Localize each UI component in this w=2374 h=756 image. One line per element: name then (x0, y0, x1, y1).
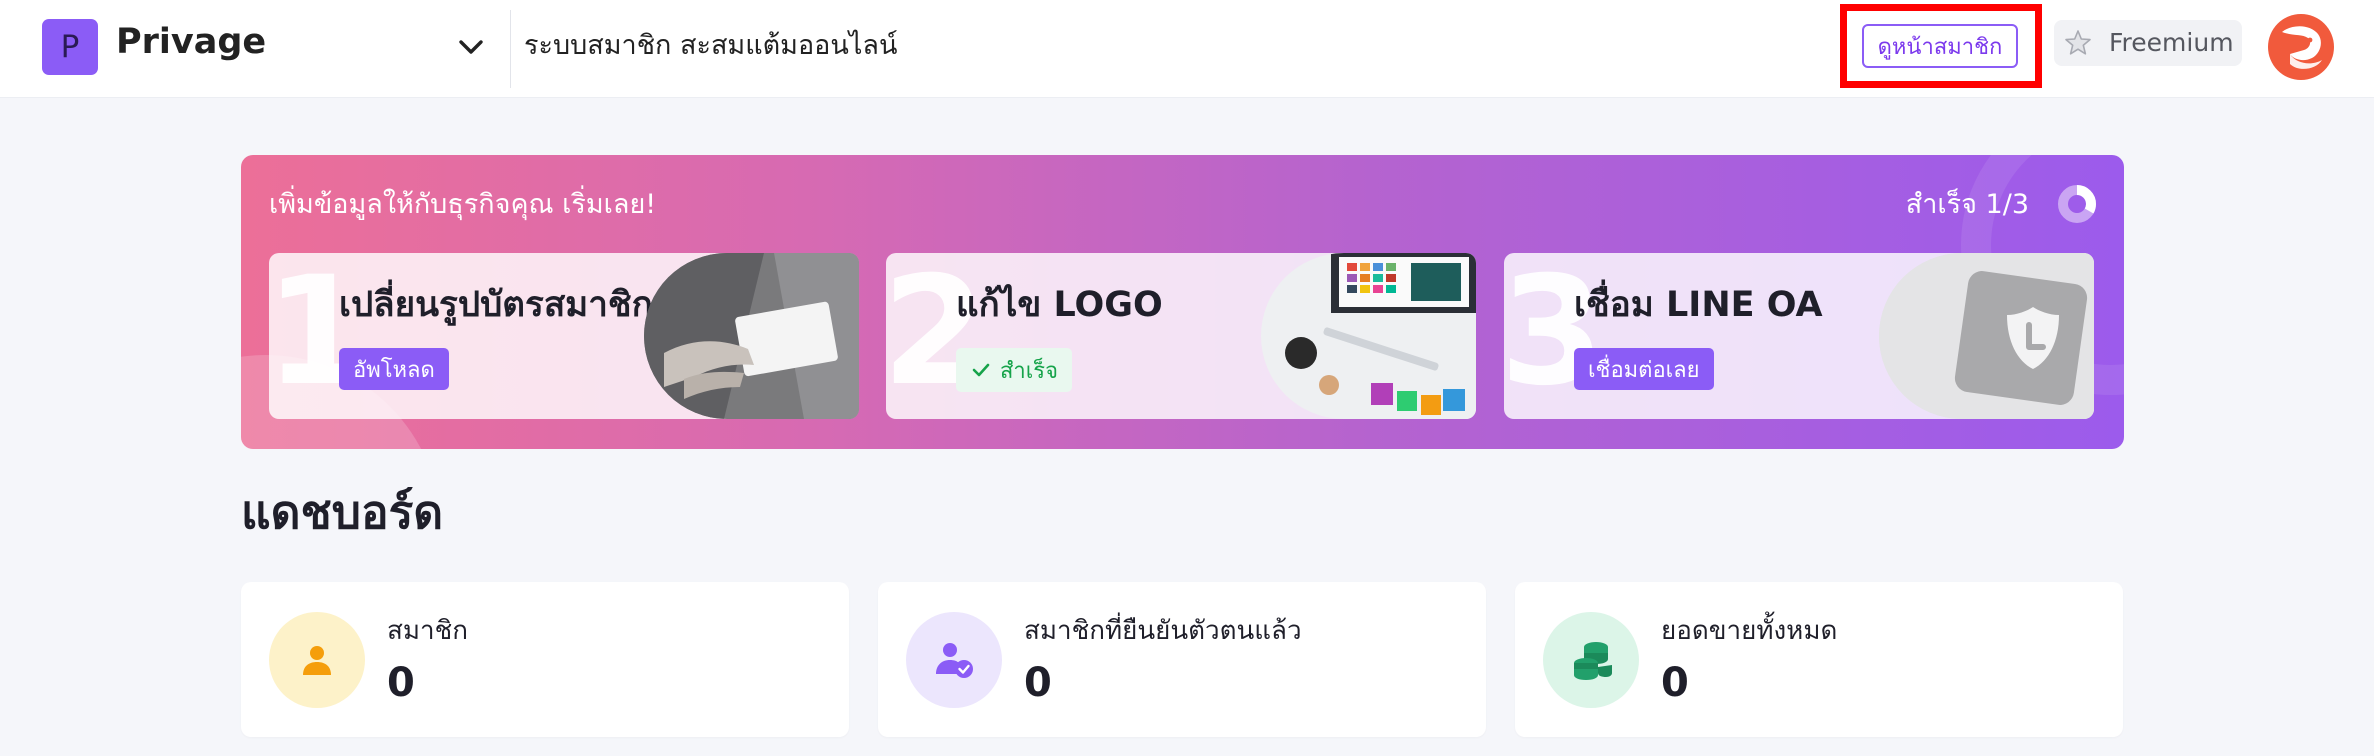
plan-label: Freemium (2109, 28, 2234, 57)
header-divider (510, 10, 511, 88)
member-card-photo (644, 253, 859, 419)
check-icon (972, 363, 990, 377)
view-member-page-button[interactable]: ดูหน้าสมาชิก (1862, 24, 2018, 68)
brand-name[interactable]: Privage (116, 20, 266, 64)
onboarding-progress-text: สำเร็จ 1/3 (1905, 189, 2029, 220)
connect-line-button[interactable]: เชื่อมต่อเลย (1574, 348, 1714, 390)
plan-badge[interactable]: Freemium (2054, 20, 2242, 66)
step-title: แก้ไข LOGO (956, 285, 1163, 325)
step-done-label: สำเร็จ (1000, 358, 1059, 384)
coins-icon (1543, 612, 1639, 708)
onboarding-step-card[interactable]: 3 เชื่อม LINE OA เชื่อมต่อเลย (1504, 253, 2094, 419)
chevron-down-icon[interactable] (456, 32, 486, 62)
line-shield-icon (1879, 253, 2094, 419)
stat-card-total-sales: ยอดขายทั้งหมด 0 (1515, 582, 2123, 737)
brand-logo[interactable]: P (42, 19, 98, 75)
stat-value: 0 (1661, 660, 1689, 706)
app-subtitle: ระบบสมาชิก สะสมแต้มออนไลน์ (524, 30, 898, 61)
onboarding-step-card[interactable]: 1 เปลี่ยนรูปบัตรสมาชิก อัพโหลด (269, 253, 859, 419)
onboarding-banner: เพิ่มข้อมูลให้กับธุรกิจคุณ เริ่มเลย! สำเ… (241, 155, 2124, 449)
stat-label: สมาชิก (387, 616, 468, 646)
progress-ring-icon (2056, 183, 2098, 225)
upload-button[interactable]: อัพโหลด (339, 348, 449, 390)
stat-label: สมาชิกที่ยืนยันตัวตนแล้ว (1024, 616, 1302, 646)
onboarding-step-card[interactable]: 2 แก้ไข LOGO สำเร็จ (886, 253, 1476, 419)
verified-user-icon (906, 612, 1002, 708)
stat-label: ยอดขายทั้งหมด (1661, 616, 1838, 646)
desk-workspace-photo (1261, 253, 1476, 419)
stat-card-verified-members: สมาชิกที่ยืนยันตัวตนแล้ว 0 (878, 582, 1486, 737)
user-icon (269, 612, 365, 708)
user-avatar[interactable] (2268, 14, 2334, 80)
top-navbar: P Privage ระบบสมาชิก สะสมแต้มออนไลน์ ดูห… (0, 0, 2374, 98)
step-title: เปลี่ยนรูปบัตรสมาชิก (339, 285, 653, 325)
star-icon (2064, 29, 2092, 57)
step-title: เชื่อม LINE OA (1574, 285, 1823, 325)
brand-initial: P (60, 29, 80, 65)
stat-value: 0 (387, 660, 415, 706)
stat-value: 0 (1024, 660, 1052, 706)
stat-card-members: สมาชิก 0 (241, 582, 849, 737)
step-done-badge: สำเร็จ (956, 348, 1073, 392)
dashboard-title: แดชบอร์ด (241, 485, 444, 539)
onboarding-title: เพิ่มข้อมูลให้กับธุรกิจคุณ เริ่มเลย! (269, 189, 657, 220)
